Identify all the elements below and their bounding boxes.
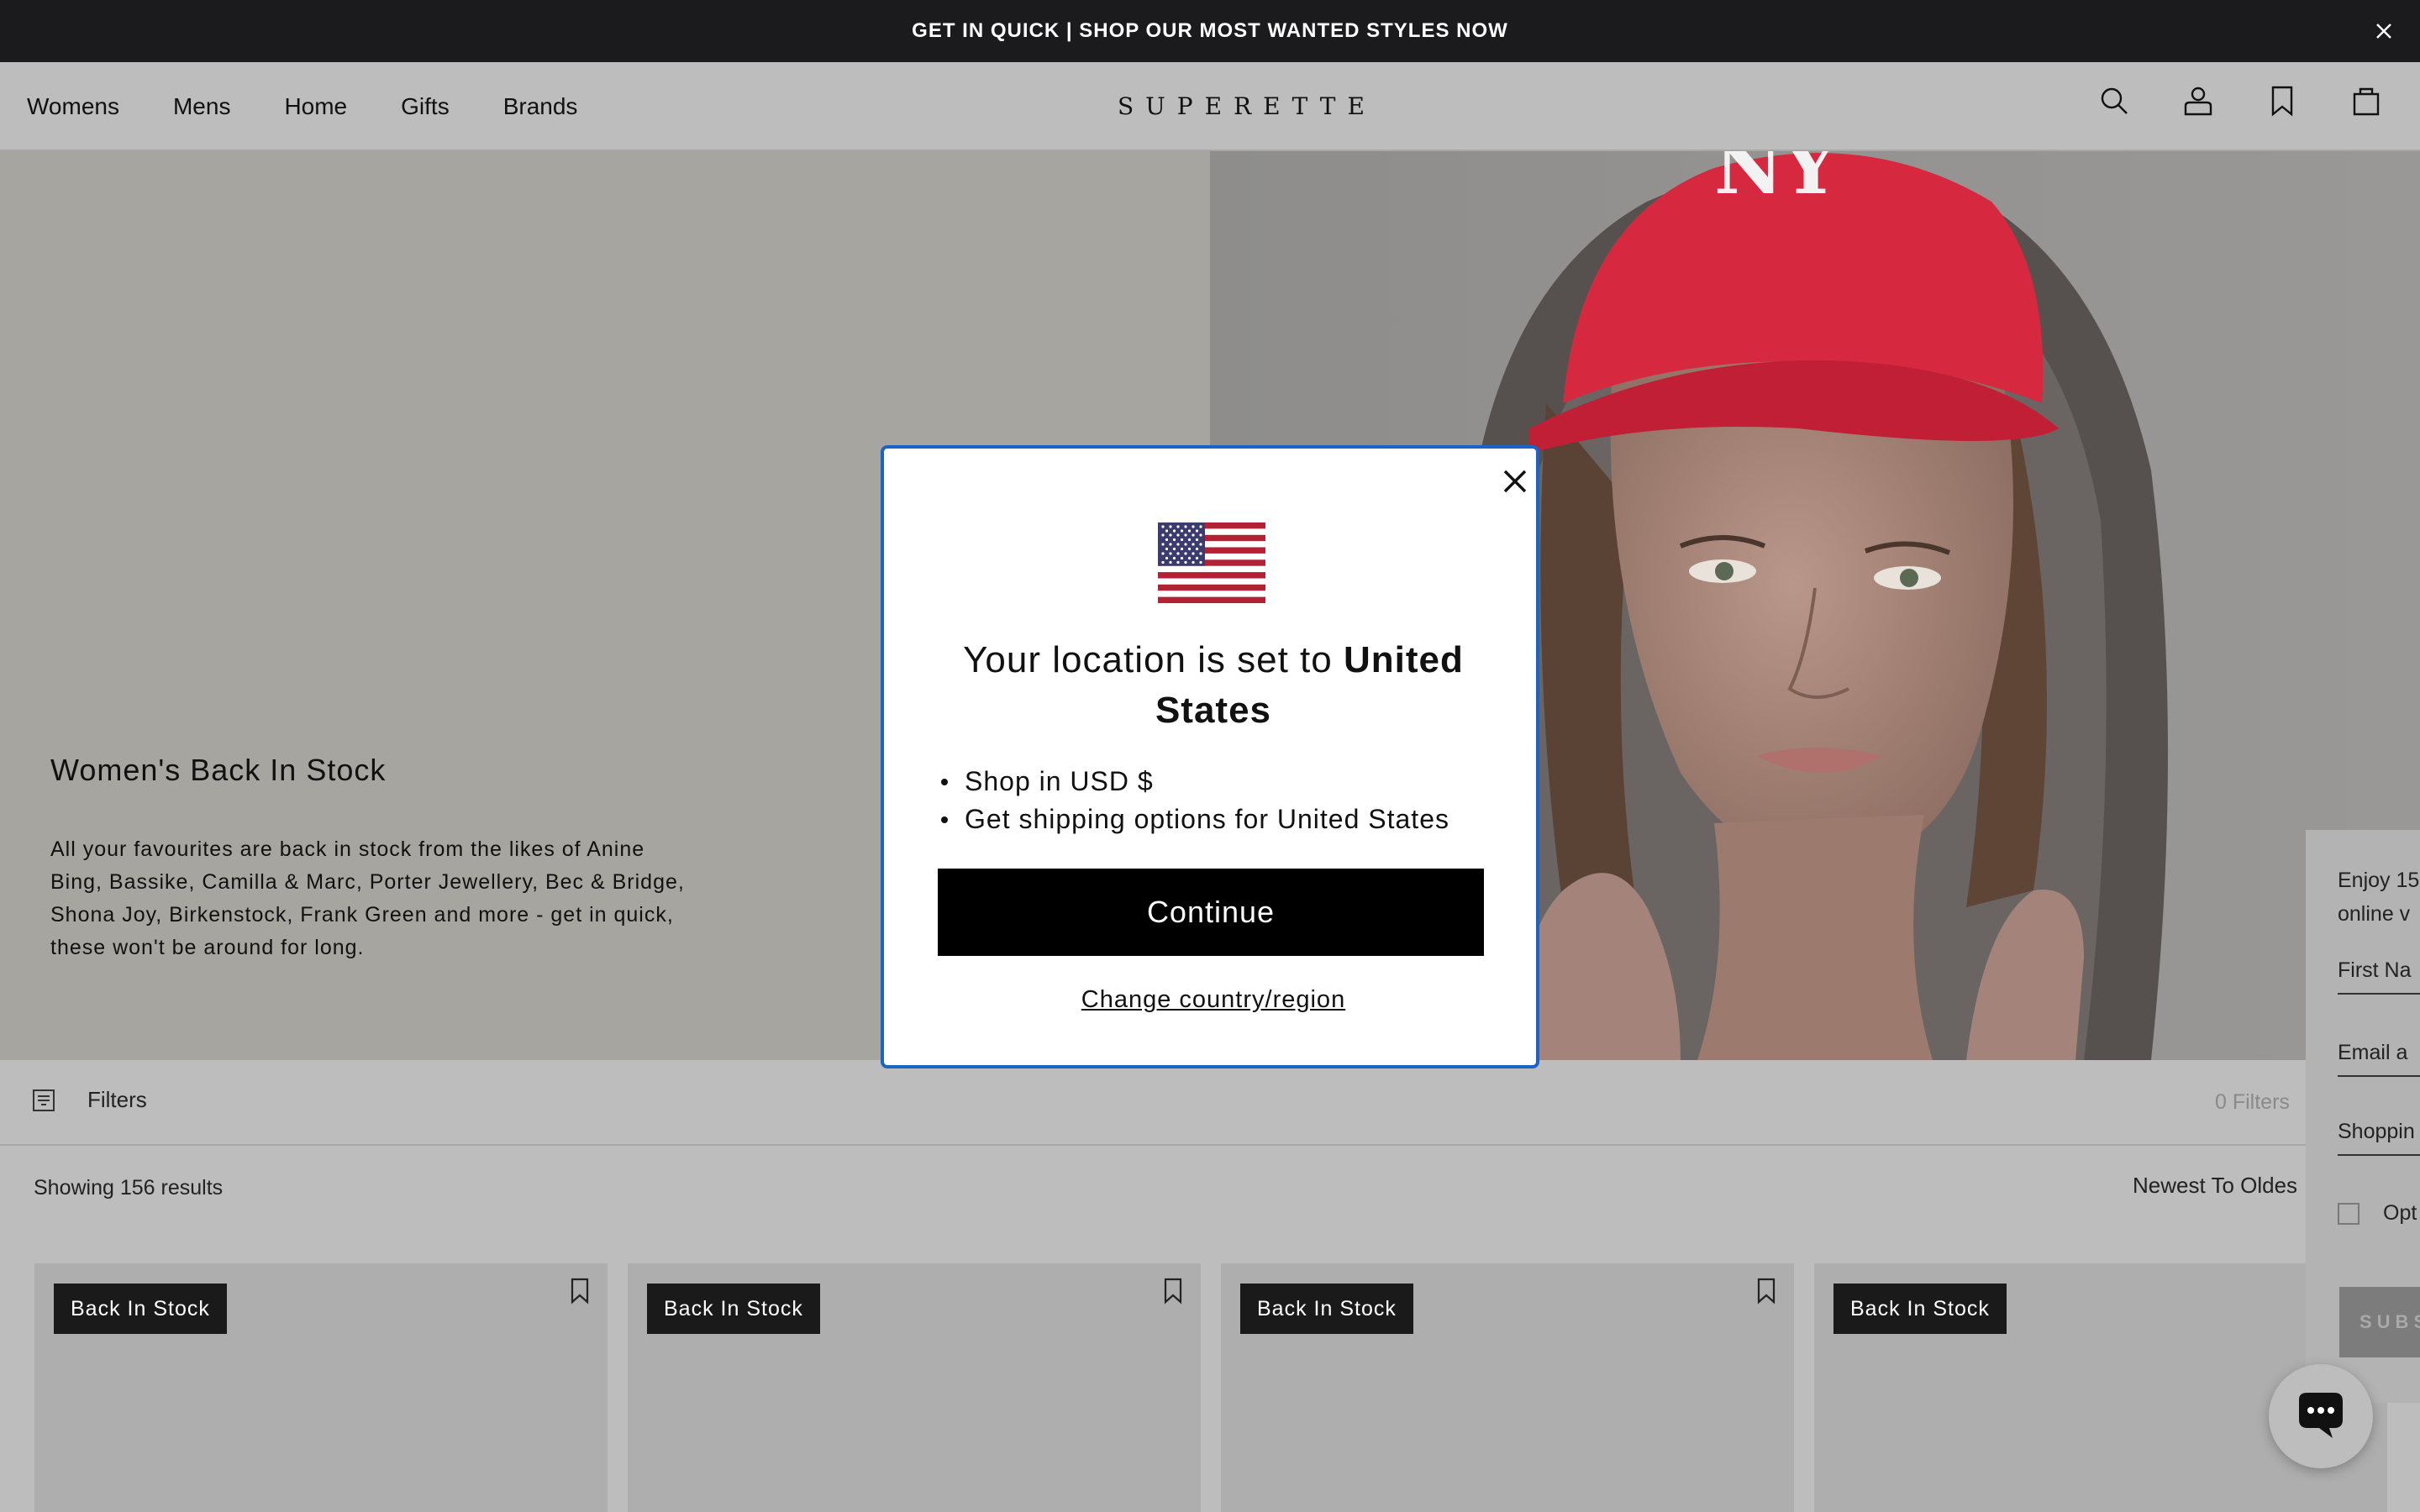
results-count: Showing 156 results bbox=[34, 1176, 224, 1200]
nav-item-brands[interactable]: Brands bbox=[503, 93, 578, 120]
change-country-link[interactable]: Change country/region bbox=[918, 986, 1509, 1014]
list-item-text: Get shipping options for United States bbox=[965, 804, 1449, 834]
opt-in-row: Opt bbox=[2338, 1201, 2417, 1226]
bookmark-icon[interactable] bbox=[1160, 1277, 1186, 1305]
search-icon[interactable] bbox=[2097, 84, 2131, 118]
nav-item-womens[interactable]: Womens bbox=[27, 93, 119, 120]
main-nav: Womens Mens Home Gifts Brands bbox=[27, 62, 577, 151]
bullet-icon bbox=[941, 816, 948, 823]
cap-logo: NY bbox=[1714, 151, 1839, 212]
location-dialog: Your location is set to United States Sh… bbox=[881, 445, 1539, 1068]
site-logo[interactable]: SUPERETTE bbox=[1118, 92, 1376, 120]
newsletter-text-line: Enjoy 15 bbox=[2338, 869, 2420, 892]
list-item-text: Shop in USD $ bbox=[965, 766, 1154, 796]
bookmark-icon[interactable] bbox=[2265, 84, 2299, 118]
status-badge: Back In Stock bbox=[1833, 1284, 2007, 1334]
bookmark-icon[interactable] bbox=[1754, 1277, 1779, 1305]
active-filters-count: 0 Filters bbox=[2215, 1090, 2290, 1114]
product-card[interactable]: Back In Stock bbox=[1221, 1263, 1794, 1512]
dialog-heading-prefix: Your location is set to bbox=[963, 639, 1344, 680]
close-icon[interactable] bbox=[1497, 464, 1533, 499]
dialog-heading: Your location is set to United States bbox=[918, 635, 1509, 736]
opt-in-checkbox[interactable] bbox=[2338, 1202, 2360, 1225]
email-field[interactable]: Email a bbox=[2338, 1028, 2420, 1077]
announcement-text[interactable]: GET IN QUICK | SHOP OUR MOST WANTED STYL… bbox=[912, 19, 1508, 43]
dialog-benefits-list: Shop in USD $ Get shipping options for U… bbox=[941, 763, 1502, 838]
list-item: Shop in USD $ bbox=[941, 763, 1502, 801]
product-card[interactable]: Back In Stock bbox=[34, 1263, 608, 1512]
list-item: Get shipping options for United States bbox=[941, 801, 1502, 838]
shopping-preference-select[interactable]: Shoppin bbox=[2338, 1107, 2420, 1156]
nav-item-gifts[interactable]: Gifts bbox=[401, 93, 450, 120]
status-badge: Back In Stock bbox=[647, 1284, 820, 1334]
newsletter-text-line: online v bbox=[2338, 902, 2411, 926]
first-name-field[interactable]: First Na bbox=[2338, 946, 2420, 995]
bullet-icon bbox=[941, 779, 948, 785]
close-icon[interactable] bbox=[2370, 17, 2398, 45]
newsletter-text: Enjoy 15 online v bbox=[2338, 864, 2420, 931]
nav-item-mens[interactable]: Mens bbox=[173, 93, 230, 120]
sort-dropdown[interactable]: Newest To Oldes bbox=[2133, 1173, 2297, 1199]
hero-description: All your favourites are back in stock fr… bbox=[50, 837, 685, 959]
continue-button[interactable]: Continue bbox=[938, 869, 1484, 956]
filters-button[interactable]: Filters bbox=[32, 1087, 147, 1113]
filter-icon bbox=[33, 1089, 55, 1111]
filters-bar: Filters 0 Filters bbox=[0, 1060, 2420, 1146]
site-header: Womens Mens Home Gifts Brands SUPERETTE bbox=[0, 62, 2420, 151]
chat-icon bbox=[2299, 1393, 2343, 1438]
newsletter-panel: Enjoy 15 online v First Na Email a Shopp… bbox=[2306, 830, 2420, 1403]
us-flag-icon bbox=[1158, 522, 1265, 603]
product-card[interactable]: Back In Stock bbox=[628, 1263, 1201, 1512]
account-icon[interactable] bbox=[2181, 84, 2215, 118]
announcement-bar: GET IN QUICK | SHOP OUR MOST WANTED STYL… bbox=[0, 0, 2420, 62]
filters-label: Filters bbox=[87, 1087, 147, 1112]
nav-item-home[interactable]: Home bbox=[284, 93, 347, 120]
chat-launcher[interactable] bbox=[2269, 1364, 2373, 1468]
status-badge: Back In Stock bbox=[1240, 1284, 1413, 1334]
subscribe-button[interactable]: SUBS bbox=[2339, 1287, 2420, 1357]
hero-title: Women's Back In Stock bbox=[50, 753, 387, 787]
opt-in-label: Opt bbox=[2383, 1201, 2417, 1225]
status-badge: Back In Stock bbox=[54, 1284, 227, 1334]
bookmark-icon[interactable] bbox=[567, 1277, 592, 1305]
header-actions bbox=[2097, 84, 2383, 118]
shopping-bag-icon[interactable] bbox=[2349, 84, 2383, 118]
